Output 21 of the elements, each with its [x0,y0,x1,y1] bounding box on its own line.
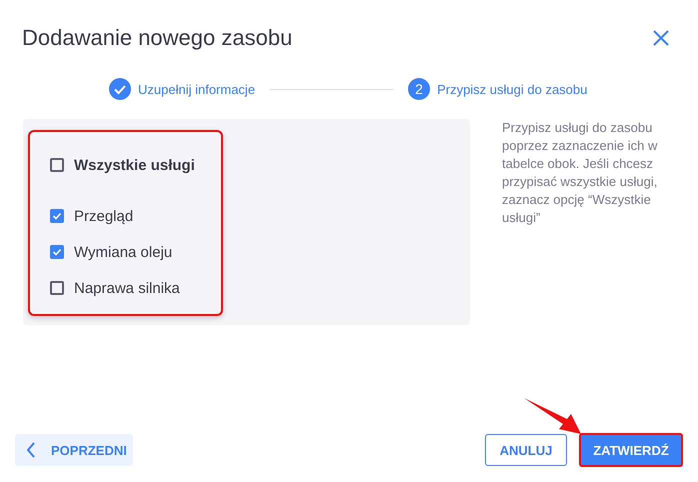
service-label: Naprawa silnika [74,280,180,296]
service-label: Wszystkie usługi [74,156,195,174]
step-label: Uzupełnij informacje [138,82,256,96]
checkbox[interactable] [50,158,64,172]
hint-text: Przypisz usługi do zasobu poprzez zaznaczenie ich w tabelce obok. Jeśli chcesz przypisać wszystkie usługi, zaznacz opcję “Wszystkie usługi” [502,119,658,227]
check-icon [52,211,62,221]
chevron-left-icon [27,442,35,458]
service-label: Przegląd [74,208,134,224]
confirm-button[interactable]: ZATWIERDŹ [579,433,683,467]
check-icon [52,247,62,257]
cancel-button[interactable]: ANULUJ [485,434,567,466]
checkbox[interactable] [50,281,64,295]
step-number: 2 [408,78,430,100]
checkbox[interactable] [50,209,64,223]
previous-button[interactable]: POPRZEDNI [15,434,133,466]
service-label: Wymiana oleju [74,244,172,260]
checkbox[interactable] [50,245,64,259]
dialog-title: Dodawanie nowego zasobu [22,25,292,51]
close-icon[interactable] [653,30,669,46]
arrow-annotation [523,397,581,435]
step-label: Przypisz usługi do zasobu [437,82,588,96]
